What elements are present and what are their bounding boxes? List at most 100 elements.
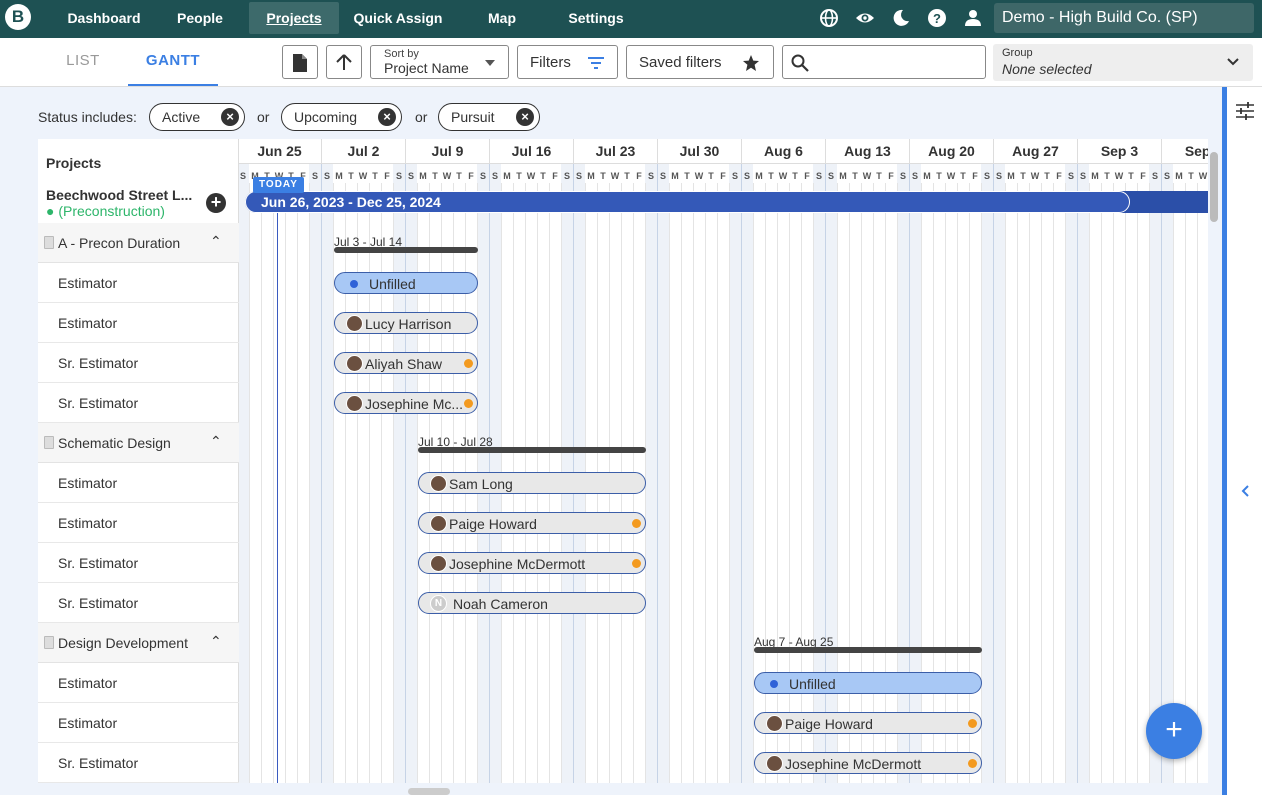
day-letter: S (659, 171, 666, 181)
weekend-column (1149, 163, 1161, 783)
weekend-column (309, 163, 321, 783)
role-row[interactable]: Estimator (38, 703, 239, 743)
eye-icon[interactable] (855, 8, 875, 28)
role-row[interactable]: Sr. Estimator (38, 743, 239, 783)
add-fab-button[interactable]: + (1146, 703, 1202, 759)
globe-icon[interactable] (819, 8, 839, 28)
warning-dot (632, 559, 641, 568)
role-row[interactable]: Sr. Estimator (38, 543, 239, 583)
day-letter: T (768, 171, 774, 181)
account-switcher[interactable]: Demo - High Build Co. (SP) (994, 3, 1254, 33)
assignment-pill[interactable]: Josephine McDermott (754, 752, 982, 774)
day-letter: T (456, 171, 462, 181)
role-name: Sr. Estimator (58, 395, 139, 411)
assignee-name: Josephine McDermott (449, 556, 586, 572)
phase-range-bar[interactable] (334, 247, 478, 253)
chevron-up-icon[interactable]: ⌃ (210, 233, 222, 250)
assignment-pill[interactable]: N Noah Cameron (418, 592, 646, 614)
day-gridline (1173, 183, 1174, 783)
role-row[interactable]: Estimator (38, 503, 239, 543)
phase-range-bar[interactable] (418, 447, 646, 453)
assignee-name: Paige Howard (785, 716, 873, 732)
moon-icon[interactable] (891, 8, 911, 28)
clipboard-icon (44, 436, 54, 449)
unfilled-dot (350, 280, 358, 288)
unfilled-assignment[interactable]: Unfilled (334, 272, 478, 294)
role-row[interactable]: Estimator (38, 663, 239, 703)
project-bar[interactable]: Jun 26, 2023 - Dec 25, 2024 (245, 191, 1208, 213)
remove-chip-icon[interactable]: × (516, 108, 534, 126)
phase-row[interactable]: A - Precon Duration ⌃ (38, 223, 239, 263)
clipboard-icon (44, 236, 54, 249)
saved-filters-button[interactable]: Saved filters (626, 45, 774, 79)
weekend-column (1161, 163, 1173, 783)
nav-people[interactable]: People (164, 0, 236, 36)
phase-row[interactable]: Schematic Design ⌃ (38, 423, 239, 463)
assignment-pill[interactable]: Paige Howard (418, 512, 646, 534)
role-row[interactable]: Estimator (38, 263, 239, 303)
role-name: Sr. Estimator (58, 755, 139, 771)
assignment-pill[interactable]: Josephine McDermott (418, 552, 646, 574)
role-row[interactable]: Sr. Estimator (38, 383, 239, 423)
chevron-up-icon[interactable]: ⌃ (210, 633, 222, 650)
filters-button[interactable]: Filters (517, 45, 618, 79)
day-letter: F (888, 171, 894, 181)
vertical-scrollbar[interactable] (1210, 152, 1218, 222)
day-letter: T (1128, 171, 1134, 181)
day-letter: T (684, 171, 690, 181)
warning-dot (464, 359, 473, 368)
group-select[interactable]: Group None selected (993, 44, 1253, 81)
day-letter: M (839, 171, 847, 181)
app-logo[interactable]: B (5, 4, 31, 30)
chip-label: Pursuit (451, 109, 495, 125)
assignment-pill[interactable]: Aliyah Shaw (334, 352, 478, 374)
day-gridline (261, 183, 262, 783)
chevron-left-icon[interactable] (1241, 485, 1249, 497)
tab-gantt[interactable]: GANTT (128, 38, 218, 86)
role-row[interactable]: Estimator (38, 303, 239, 343)
nav-dashboard[interactable]: Dashboard (56, 0, 152, 36)
nav-projects[interactable]: Projects (249, 2, 339, 34)
tune-icon[interactable] (1236, 102, 1254, 120)
nav-quick-assign[interactable]: Quick Assign (350, 0, 446, 36)
remove-chip-icon[interactable]: × (221, 108, 239, 126)
status-chip-upcoming[interactable]: Upcoming × (281, 103, 402, 131)
chevron-up-icon[interactable]: ⌃ (210, 433, 222, 450)
role-row[interactable]: Sr. Estimator (38, 343, 239, 383)
role-row[interactable]: Sr. Estimator (38, 583, 239, 623)
role-row[interactable]: Estimator (38, 463, 239, 503)
avatar (766, 715, 783, 732)
assignment-pill[interactable]: Lucy Harrison (334, 312, 478, 334)
export-button[interactable] (282, 45, 318, 79)
day-letter: T (624, 171, 630, 181)
horizontal-scrollbar[interactable] (408, 788, 450, 795)
assignment-pill[interactable]: Paige Howard (754, 712, 982, 734)
unfilled-assignment[interactable]: Unfilled (754, 672, 982, 694)
sort-by-select[interactable]: Sort by Project Name (370, 45, 509, 79)
search-input[interactable] (782, 45, 986, 79)
assignment-pill[interactable]: Josephine Mc... (334, 392, 478, 414)
day-letter: T (348, 171, 354, 181)
phase-row[interactable]: Design Development ⌃ (38, 623, 239, 663)
help-icon[interactable]: ? (927, 8, 947, 28)
day-letter: T (936, 171, 942, 181)
tab-list[interactable]: LIST (40, 38, 126, 86)
nav-settings[interactable]: Settings (560, 0, 632, 36)
nav-map[interactable]: Map (480, 0, 524, 36)
project-name[interactable]: Beechwood Street L... (46, 187, 192, 203)
avatar (430, 515, 447, 532)
assignment-pill[interactable]: Sam Long (418, 472, 646, 494)
day-letter: S (1067, 171, 1074, 181)
sort-direction-button[interactable] (326, 45, 362, 79)
add-phase-button[interactable]: + (206, 193, 226, 213)
person-icon[interactable] (963, 8, 983, 28)
day-letter: F (720, 171, 726, 181)
day-letter: S (731, 171, 738, 181)
day-gridline (753, 183, 754, 783)
status-chip-active[interactable]: Active × (149, 103, 245, 131)
status-chip-pursuit[interactable]: Pursuit × (438, 103, 540, 131)
day-gridline (981, 183, 982, 783)
remove-chip-icon[interactable]: × (378, 108, 396, 126)
weekend-column (405, 163, 417, 783)
phase-range-bar[interactable] (754, 647, 982, 653)
